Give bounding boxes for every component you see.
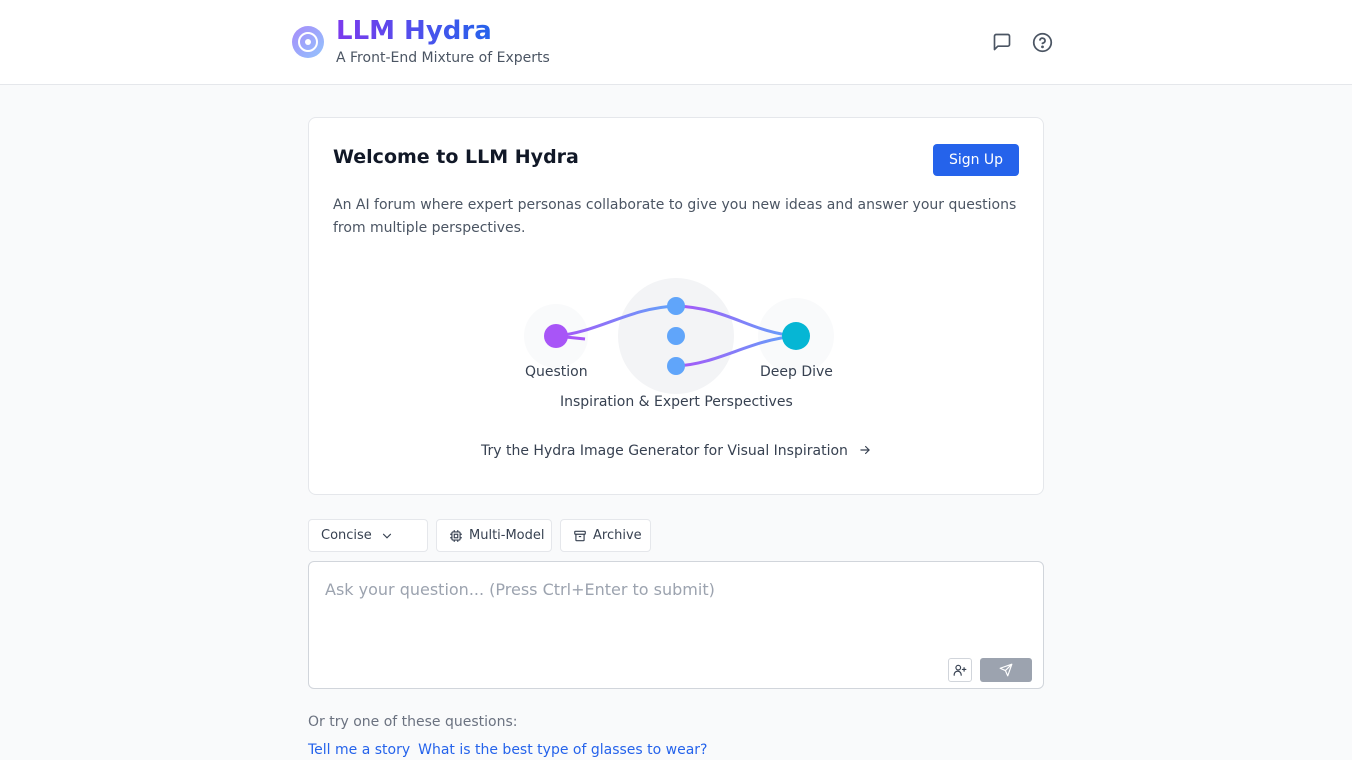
question-input[interactable] (309, 562, 1043, 654)
question-box (308, 561, 1044, 689)
multi-model-button[interactable]: Multi-Model (436, 519, 552, 552)
chevron-down-icon (382, 533, 391, 539)
archive-button[interactable]: Archive (560, 519, 651, 552)
send-icon (999, 663, 1013, 677)
expert-node (667, 327, 685, 345)
expert-node (667, 297, 685, 315)
app-subtitle: A Front-End Mixture of Experts (336, 50, 550, 66)
response-mode-value: Concise (321, 528, 372, 543)
app-title: LLM Hydra (336, 16, 492, 46)
deep-dive-label: Deep Dive (760, 364, 833, 380)
add-persona-button[interactable] (948, 658, 972, 682)
message-square-icon[interactable] (990, 30, 1014, 54)
experts-label: Inspiration & Expert Perspectives (560, 394, 793, 410)
suggestion-link[interactable]: Tell me a story (308, 741, 410, 759)
archive-icon (574, 530, 586, 541)
suggestion-link[interactable]: What is the best type of glasses to wear… (418, 741, 707, 759)
arrow-right-icon (860, 445, 871, 455)
help-circle-icon[interactable] (1030, 30, 1054, 54)
multi-model-label: Multi-Model (469, 528, 545, 543)
hydra-logo-icon (292, 26, 324, 58)
question-label: Question (525, 364, 588, 380)
suggestions-list: Tell me a story What is the best type of… (308, 741, 707, 759)
question-node (544, 324, 568, 348)
response-mode-select[interactable]: Concise (308, 519, 428, 552)
archive-label: Archive (593, 528, 642, 543)
cpu-icon (450, 529, 462, 542)
hydra-flow-diagram (524, 278, 834, 394)
image-generator-link-label: Try the Hydra Image Generator for Visual… (481, 443, 848, 459)
suggestions-heading: Or try one of these questions: (308, 714, 518, 730)
welcome-card: Welcome to LLM Hydra Sign Up An AI forum… (308, 117, 1044, 495)
app-header: LLM Hydra A Front-End Mixture of Experts (0, 0, 1352, 85)
deep-dive-node (782, 322, 810, 350)
expert-node (667, 357, 685, 375)
image-generator-link[interactable]: Try the Hydra Image Generator for Visual… (481, 442, 872, 460)
send-button[interactable] (980, 658, 1032, 682)
user-plus-icon (953, 664, 967, 676)
